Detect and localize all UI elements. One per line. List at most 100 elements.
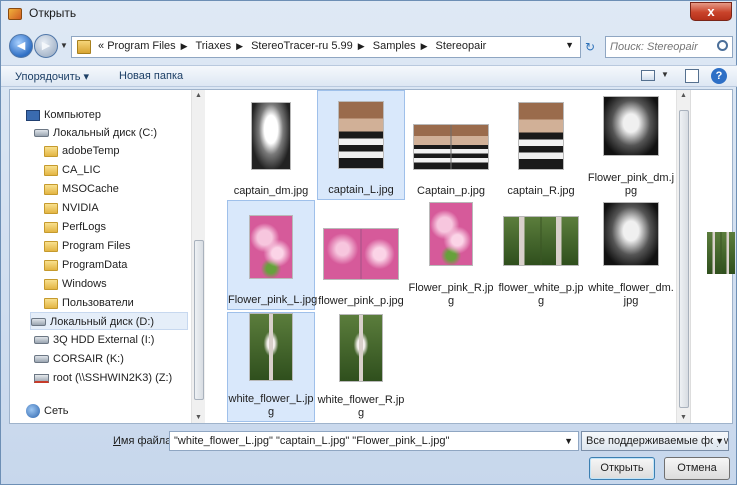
sidebar-item-folder[interactable]: Пользователи <box>44 294 134 312</box>
chevron-down-icon[interactable]: ▼ <box>564 436 573 446</box>
scrollbar-thumb[interactable] <box>194 240 204 400</box>
chevron-right-icon[interactable]: ▶ <box>181 41 188 51</box>
sidebar-item-folder[interactable]: adobeTemp <box>44 142 120 160</box>
cancel-button[interactable]: Отмена <box>664 457 730 480</box>
scrollbar-thumb[interactable] <box>679 110 689 408</box>
file-name: Captain_p.jpg <box>417 185 485 197</box>
window-title: Открыть <box>29 6 77 20</box>
file-item[interactable]: Captain_p.jpg <box>407 90 495 200</box>
file-item[interactable]: flower_pink_p.jpg <box>317 200 405 310</box>
sidebar-item-folder[interactable]: CA_LIC <box>44 161 101 179</box>
breadcrumb-item[interactable]: Program Files <box>107 40 175 52</box>
chevron-right-icon[interactable]: ▶ <box>236 41 243 51</box>
file-item[interactable]: Flower_pink_dm.j pg <box>587 90 675 200</box>
chevron-right-icon[interactable]: ▶ <box>358 41 365 51</box>
new-folder-button[interactable]: Новая папка <box>119 70 183 82</box>
drive-icon <box>31 318 46 327</box>
network-drive-icon <box>34 373 49 383</box>
folder-icon <box>44 183 58 195</box>
view-icon[interactable] <box>641 70 655 81</box>
preview-pane-icon[interactable] <box>685 69 699 83</box>
address-bar[interactable]: « Program Files ▶ Triaxes ▶ StereoTracer-r… <box>71 36 581 58</box>
sidebar-item-drive-z[interactable]: root (\\SSHWIN2K3) (Z:) <box>34 369 172 387</box>
file-type-select[interactable]: Все поддерживаемые форм ▼ <box>581 431 729 451</box>
refresh-icon[interactable]: ↻ <box>585 40 595 54</box>
file-name: flower_pink_p.jpg <box>318 295 404 307</box>
network-icon <box>26 404 40 419</box>
sidebar-item-drive-k[interactable]: CORSAIR (K:) <box>34 350 124 368</box>
file-list: captain_dm.jpg captain_L.jpg Captain_p.j… <box>207 90 676 423</box>
sidebar-item-drive-d[interactable]: Локальный диск (D:) <box>30 312 188 330</box>
sidebar-item-drive-i[interactable]: 3Q HDD External (I:) <box>34 331 154 349</box>
file-item[interactable]: Flower_pink_R.jp g <box>407 200 495 310</box>
drive-icon <box>34 355 49 364</box>
open-button[interactable]: Открыть <box>589 457 655 480</box>
chevron-down-icon[interactable]: ▼ <box>565 40 574 50</box>
file-name: captain_R.jpg <box>507 185 575 197</box>
file-name: white_flower_L.jp g <box>228 393 314 418</box>
scroll-up-icon[interactable]: ▲ <box>680 92 687 99</box>
sidebar-scrollbar[interactable]: ▲ ▼ <box>191 90 205 423</box>
file-thumbnail <box>603 202 659 266</box>
file-item[interactable]: captain_R.jpg <box>497 90 585 200</box>
filename-field[interactable]: "white_flower_L.jpg" "captain_L.jpg" "Fl… <box>169 431 579 451</box>
chevron-down-icon[interactable]: ▼ <box>661 70 669 79</box>
file-item[interactable]: white_flower_dm. jpg <box>587 200 675 310</box>
breadcrumb-item[interactable]: Samples <box>373 40 416 52</box>
file-list-scrollbar[interactable]: ▲ ▼ <box>676 90 690 423</box>
folder-icon <box>44 145 58 157</box>
chevron-right-icon[interactable]: ▶ <box>421 41 428 51</box>
folder-icon <box>44 221 58 233</box>
organize-menu[interactable]: Упорядочить ▾ <box>15 70 89 83</box>
forward-button[interactable]: ► <box>34 34 58 58</box>
sidebar-item-computer[interactable]: Компьютер <box>26 106 101 124</box>
scroll-down-icon[interactable]: ▼ <box>680 414 687 421</box>
sidebar-item-folder[interactable]: ProgramData <box>44 256 127 274</box>
folder-icon <box>44 259 58 271</box>
navigation-pane: Компьютер Локальный диск (C:) adobeTemp … <box>10 90 205 423</box>
file-name: white_flower_dm. jpg <box>588 282 674 307</box>
breadcrumb-overflow[interactable]: « <box>98 40 104 52</box>
help-icon[interactable]: ? <box>711 68 727 84</box>
sidebar-item-folder[interactable]: Windows <box>44 275 107 293</box>
file-name: captain_L.jpg <box>328 184 394 196</box>
breadcrumb-item[interactable]: Stereopair <box>436 40 487 52</box>
search-input[interactable] <box>610 39 710 55</box>
file-name: Flower_pink_L.jpg <box>228 294 318 306</box>
close-button[interactable]: x <box>690 2 732 21</box>
folder-icon <box>44 278 58 290</box>
folder-icon <box>44 164 58 176</box>
file-thumbnail <box>338 101 384 169</box>
search-icon[interactable] <box>717 40 728 51</box>
sidebar-item-network[interactable]: Сеть <box>26 402 68 420</box>
sidebar-item-folder[interactable]: NVIDIA <box>44 199 99 217</box>
drive-icon <box>34 336 49 345</box>
file-name: Flower_pink_dm.j pg <box>587 172 675 197</box>
back-button[interactable]: ◄ <box>9 34 33 58</box>
file-item[interactable]: white_flower_L.jp g <box>227 312 315 422</box>
chevron-down-icon[interactable]: ▼ <box>713 436 724 446</box>
file-item[interactable]: white_flower_R.jp g <box>317 312 405 422</box>
file-item[interactable]: captain_dm.jpg <box>227 90 315 200</box>
scroll-down-icon[interactable]: ▼ <box>195 414 202 421</box>
dialog-footer: Имя файла: "white_flower_L.jpg" "captain… <box>1 425 737 486</box>
file-thumbnail <box>251 102 291 170</box>
filename-label: Имя файла: <box>113 435 175 447</box>
history-dropdown-icon[interactable]: ▼ <box>60 41 68 50</box>
file-item[interactable]: captain_L.jpg <box>317 90 405 200</box>
file-item[interactable]: Flower_pink_L.jpg <box>227 200 318 310</box>
sidebar-item-folder[interactable]: MSOCache <box>44 180 119 198</box>
title-bar: Открыть x <box>1 1 737 27</box>
file-item[interactable]: flower_white_p.jp g <box>497 200 585 310</box>
sidebar-item-drive-c[interactable]: Локальный диск (C:) <box>34 124 157 142</box>
file-thumbnail <box>323 228 399 280</box>
file-thumbnail <box>518 102 564 170</box>
folder-icon <box>77 40 91 54</box>
search-box[interactable] <box>605 36 733 58</box>
sidebar-item-folder[interactable]: PerfLogs <box>44 218 106 236</box>
breadcrumb: « Program Files ▶ Triaxes ▶ StereoTracer-r… <box>98 40 486 52</box>
sidebar-item-folder[interactable]: Program Files <box>44 237 130 255</box>
breadcrumb-item[interactable]: StereoTracer-ru 5.99 <box>251 40 353 52</box>
breadcrumb-item[interactable]: Triaxes <box>195 40 231 52</box>
scroll-up-icon[interactable]: ▲ <box>195 92 202 99</box>
